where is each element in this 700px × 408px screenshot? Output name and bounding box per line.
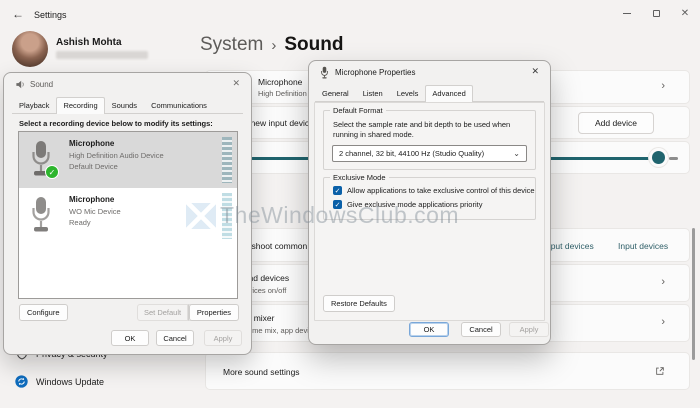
exclusive-mode-group: Exclusive Mode ✓ Allow applications to t… <box>323 177 536 220</box>
add-device-button[interactable]: Add device <box>578 112 654 134</box>
sound-dialog-tabs: Playback Recording Sounds Communications <box>12 97 243 114</box>
user-name: Ashish Mohta <box>56 37 122 48</box>
recording-instruction: Select a recording device below to modif… <box>19 119 213 128</box>
breadcrumb: System › Sound <box>200 34 343 56</box>
configure-button[interactable]: Configure <box>19 304 68 321</box>
advanced-tab-page: Default Format Select the sample rate an… <box>314 102 545 321</box>
device-description: WO Mic Device <box>69 207 121 216</box>
tab-sounds[interactable]: Sounds <box>105 97 144 113</box>
level-meter <box>222 193 232 239</box>
recording-device-list: ✓ Microphone High Definition Audio Devic… <box>18 131 238 299</box>
maximize-icon[interactable] <box>651 8 661 18</box>
back-button[interactable]: ← <box>12 7 24 21</box>
tab-general[interactable]: General <box>315 85 356 101</box>
close-icon[interactable]: ✕ <box>680 8 690 18</box>
external-link-icon <box>655 366 665 376</box>
sample-rate-value: 2 channel, 32 bit, 44100 Hz (Studio Qual… <box>339 149 513 158</box>
exclusive-control-option[interactable]: ✓ Allow applications to take exclusive c… <box>333 186 535 195</box>
tab-playback[interactable]: Playback <box>12 97 56 113</box>
level-meter <box>222 137 232 183</box>
default-format-legend: Default Format <box>330 106 386 115</box>
microphone-icon <box>29 195 53 235</box>
windows-update-icon <box>15 375 28 388</box>
sound-dialog: Sound ✕ Playback Recording Sounds Commun… <box>3 72 252 355</box>
default-format-group: Default Format Select the sample rate an… <box>323 110 536 170</box>
close-icon[interactable]: ✕ <box>232 78 240 89</box>
chevron-right-icon: › <box>661 316 665 328</box>
tab-recording[interactable]: Recording <box>56 97 104 114</box>
input-devices-link[interactable]: Input devices <box>618 241 668 251</box>
page-title: Sound <box>284 34 343 56</box>
checkbox-label: Allow applications to take exclusive con… <box>347 186 535 195</box>
default-device-check-icon: ✓ <box>45 165 59 179</box>
more-sound-settings-title: More sound settings <box>223 367 300 377</box>
apply-button[interactable]: Apply <box>204 330 242 346</box>
tab-advanced[interactable]: Advanced <box>425 85 472 102</box>
sample-rate-dropdown[interactable]: 2 channel, 32 bit, 44100 Hz (Studio Qual… <box>332 145 527 162</box>
device-name: Microphone <box>69 139 114 148</box>
restore-defaults-button[interactable]: Restore Defaults <box>323 295 395 312</box>
settings-window: ← Settings ✕ Ashish Mohta System › Sound… <box>0 0 700 408</box>
sound-dialog-title: Sound <box>30 80 53 89</box>
tab-listen[interactable]: Listen <box>356 85 390 101</box>
breadcrumb-system[interactable]: System <box>200 34 263 56</box>
scrollbar[interactable] <box>692 228 695 360</box>
ok-button[interactable]: OK <box>409 322 449 337</box>
close-icon[interactable]: ✕ <box>531 66 539 77</box>
tab-levels[interactable]: Levels <box>390 85 426 101</box>
checkbox-label: Give exclusive mode applications priorit… <box>347 200 482 209</box>
minimize-icon[interactable] <box>622 8 632 18</box>
app-title: Settings <box>34 10 67 20</box>
chevron-down-icon: ⌄ <box>513 149 520 158</box>
chevron-right-icon: › <box>661 80 665 92</box>
device-description: High Definition Audio Device <box>69 151 164 160</box>
properties-button[interactable]: Properties <box>189 304 239 321</box>
device-row-default-mic[interactable]: ✓ Microphone High Definition Audio Devic… <box>19 132 237 188</box>
avatar[interactable] <box>12 31 48 67</box>
device-row-wo-mic[interactable]: Microphone WO Mic Device Ready <box>19 188 237 244</box>
sidebar-item-windows-update[interactable]: Windows Update <box>15 375 104 388</box>
cancel-button[interactable]: Cancel <box>156 330 194 346</box>
chevron-right-icon: › <box>661 276 665 288</box>
more-sound-settings-row[interactable]: More sound settings <box>205 352 690 390</box>
properties-tabs: General Listen Levels Advanced <box>315 85 544 102</box>
ok-button[interactable]: OK <box>111 330 149 346</box>
exclusive-priority-option[interactable]: ✓ Give exclusive mode applications prior… <box>333 200 482 209</box>
breadcrumb-separator: › <box>271 37 276 54</box>
properties-dialog-title: Microphone Properties <box>335 68 415 77</box>
microphone-properties-dialog: Microphone Properties ✕ General Listen L… <box>308 60 551 345</box>
microphone-row-title: Microphone <box>258 77 302 87</box>
volume-slider-remainder <box>669 157 678 160</box>
set-default-button[interactable]: Set Default <box>137 304 188 321</box>
speaker-icon <box>15 79 26 90</box>
device-status: Ready <box>69 218 91 227</box>
default-format-description: Select the sample rate and bit depth to … <box>333 120 526 140</box>
window-controls: ✕ <box>622 6 690 20</box>
checkbox-checked-icon[interactable]: ✓ <box>333 200 342 209</box>
user-email-redacted <box>56 51 148 59</box>
checkbox-checked-icon[interactable]: ✓ <box>333 186 342 195</box>
exclusive-mode-legend: Exclusive Mode <box>330 173 389 182</box>
microphone-icon <box>320 66 329 79</box>
sidebar-item-label: Windows Update <box>36 377 104 387</box>
device-status: Default Device <box>69 162 118 171</box>
volume-slider-thumb[interactable] <box>652 151 665 164</box>
tab-communications[interactable]: Communications <box>144 97 214 113</box>
apply-button[interactable]: Apply <box>509 322 549 337</box>
device-name: Microphone <box>69 195 114 204</box>
cancel-button[interactable]: Cancel <box>461 322 501 337</box>
